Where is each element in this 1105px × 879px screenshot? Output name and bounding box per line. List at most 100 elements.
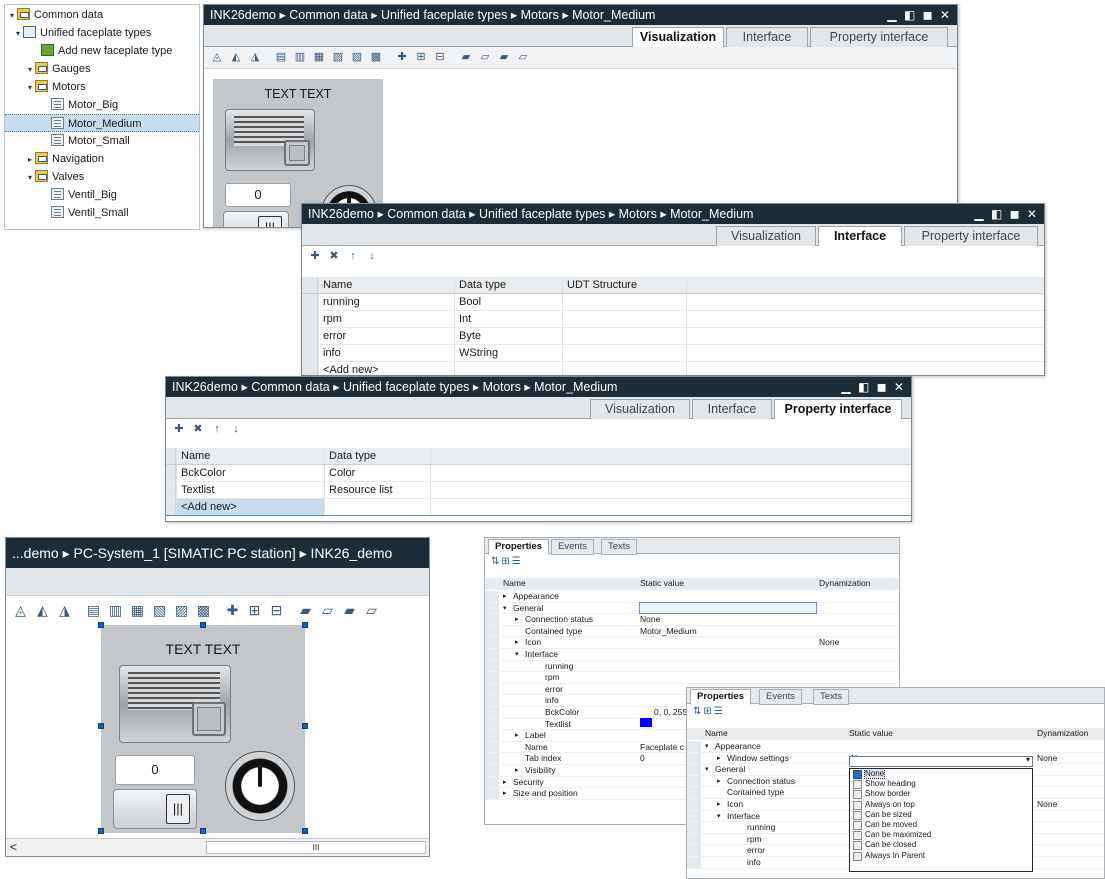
expand-toggle-icon[interactable]: ▾ (717, 811, 721, 822)
tab-properties[interactable]: Properties (690, 689, 751, 705)
column-header-name[interactable]: Name (176, 448, 324, 464)
tree-item[interactable]: ▾ Unified faceplate types (5, 24, 199, 42)
flip-icon[interactable]: ◮ (248, 51, 262, 63)
property-row[interactable]: ▾ Interface (485, 649, 899, 661)
tree-item[interactable]: Add new faceplate type (5, 42, 199, 60)
property-dynamization[interactable]: None (1037, 753, 1057, 764)
ungroup-icon[interactable]: ⊟ (433, 51, 447, 63)
window-controls[interactable]: ▁ ◧ ◼ ✕ (974, 204, 1039, 224)
cell-name[interactable]: BckColor (176, 465, 324, 481)
cell-data-type[interactable]: WString (454, 345, 562, 361)
cell-name[interactable]: error (318, 328, 454, 344)
send-back-icon[interactable]: ▱ (478, 51, 492, 63)
cell-udt-structure[interactable] (562, 294, 686, 310)
tab-properties[interactable]: Properties (488, 539, 549, 555)
cell-data-type[interactable]: Resource list (324, 482, 430, 498)
align-center-icon[interactable]: ▥ (293, 51, 307, 63)
align-left-icon[interactable]: ▤ (274, 51, 288, 63)
selection-handle[interactable] (302, 723, 308, 729)
rotate-right-icon[interactable]: ◭ (229, 51, 243, 63)
cell-data-type[interactable] (324, 499, 430, 515)
delete-member-icon[interactable]: ✖ (191, 423, 205, 435)
bring-front-icon[interactable]: ▰ (297, 603, 314, 617)
table-row[interactable]: error Byte (302, 328, 1044, 345)
add-member-icon[interactable]: ✚ (172, 423, 186, 435)
align-right-icon[interactable]: ▦ (312, 51, 326, 63)
group-icon[interactable]: ⊞ (246, 603, 263, 617)
cell-udt-structure[interactable] (562, 345, 686, 361)
cell-data-type[interactable]: Int (454, 311, 562, 327)
expand-toggle-icon[interactable]: ▸ (515, 614, 519, 625)
expand-toggle-icon[interactable]: ▾ (13, 25, 23, 43)
cell-data-type[interactable]: Byte (454, 328, 562, 344)
sort-icon[interactable]: ⇅ (693, 706, 703, 717)
send-backward-icon[interactable]: ▱ (363, 603, 380, 617)
property-dynamization[interactable]: None (819, 637, 839, 648)
table-row[interactable]: <Add new> (302, 362, 1044, 375)
table-row[interactable]: running Bool (302, 294, 1044, 311)
center-icon[interactable]: ✚ (224, 603, 241, 617)
tab-interface[interactable]: Interface (726, 27, 808, 48)
expand-toggle-icon[interactable]: ▸ (717, 753, 721, 764)
expand-toggle-icon[interactable]: ▸ (503, 591, 507, 602)
expand-toggle-icon[interactable]: ▾ (515, 649, 519, 660)
tree-item[interactable]: ▾ Gauges (5, 60, 199, 78)
property-row[interactable]: ▾ Appearance (687, 741, 1104, 753)
selection-handle[interactable] (302, 622, 308, 628)
tab-property-interface[interactable]: Property interface (774, 399, 902, 420)
expand-toggle-icon[interactable]: ▾ (705, 764, 709, 775)
tab-property-interface[interactable]: Property interface (810, 27, 948, 48)
tab-interface[interactable]: Interface (692, 399, 772, 420)
tab-visualization[interactable]: Visualization (590, 399, 690, 420)
expand-toggle-icon[interactable]: ▸ (515, 765, 519, 776)
tab-property-interface[interactable]: Property interface (904, 226, 1038, 247)
group-icon[interactable]: ⊞ (414, 51, 428, 63)
tab-texts[interactable]: Texts (601, 539, 638, 555)
tree-item[interactable]: Motor_Medium (5, 114, 199, 132)
bring-forward-icon[interactable]: ▰ (497, 51, 511, 63)
column-header-udt-structure[interactable]: UDT Structure (562, 277, 686, 293)
tab-events[interactable]: Events (551, 539, 595, 555)
property-value[interactable]: 0 (640, 753, 645, 764)
table-row[interactable]: BckColor Color (166, 465, 911, 482)
cell-name[interactable]: rpm (318, 311, 454, 327)
cell-udt-structure[interactable] (562, 328, 686, 344)
property-row[interactable]: ▸ Appearance (485, 591, 899, 603)
expand-toggle-icon[interactable]: ▸ (717, 799, 721, 810)
rotate-left-icon[interactable]: ◬ (210, 51, 224, 63)
cell-data-type[interactable]: Bool (454, 294, 562, 310)
cell-name[interactable]: info (318, 345, 454, 361)
value-field[interactable]: 0 (115, 755, 195, 785)
selection-handle[interactable] (98, 723, 104, 729)
tree-item[interactable]: Ventil_Small (5, 204, 199, 222)
list-view-icon[interactable]: ☰ (714, 706, 725, 717)
expand-toggle-icon[interactable]: ▸ (503, 777, 507, 788)
table-row[interactable]: <Add new> (166, 499, 911, 516)
selection-handle[interactable] (302, 828, 308, 834)
expand-toggle-icon[interactable]: ▸ (515, 730, 519, 741)
add-member-icon[interactable]: ✚ (308, 250, 322, 262)
align-middle-icon[interactable]: ▨ (173, 603, 190, 617)
cell-udt-structure[interactable] (562, 311, 686, 327)
tree-item[interactable]: Motor_Big (5, 96, 199, 114)
move-down-icon[interactable]: ↓ (365, 250, 379, 262)
cell-data-type[interactable] (454, 362, 562, 375)
horizontal-scrollbar[interactable]: < III (6, 838, 429, 856)
property-value[interactable]: None (640, 614, 660, 625)
table-row[interactable]: info WString (302, 345, 1044, 362)
selection-handle[interactable] (200, 622, 206, 628)
property-row[interactable]: Contained type Motor_Medium (485, 625, 899, 638)
expand-icon[interactable]: ⊞ (703, 706, 713, 717)
expand-toggle-icon[interactable]: ▸ (515, 637, 519, 648)
expand-toggle-icon[interactable]: ▾ (25, 169, 35, 187)
dropdown-option[interactable]: Can be maximized (850, 830, 1032, 841)
ungroup-icon[interactable]: ⊟ (268, 603, 285, 617)
list-view-icon[interactable]: ☰ (512, 556, 523, 567)
align-top-icon[interactable]: ▧ (331, 51, 345, 63)
scroll-left-button[interactable]: < (10, 840, 17, 854)
expand-toggle-icon[interactable]: ▾ (7, 7, 17, 25)
toggle-switch[interactable]: ||| (113, 789, 197, 829)
tab-visualization[interactable]: Visualization (716, 226, 816, 247)
align-center-icon[interactable]: ▥ (107, 603, 124, 617)
property-value[interactable]: 0, 0, 255 (654, 707, 687, 718)
